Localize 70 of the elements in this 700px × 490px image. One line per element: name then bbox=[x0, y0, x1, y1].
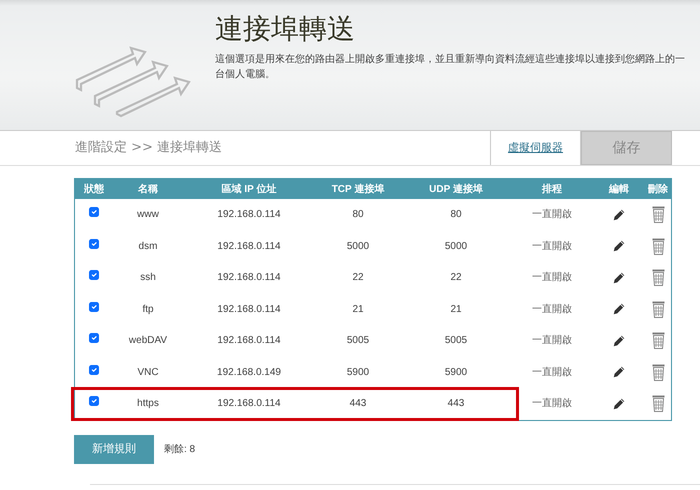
edit-icon[interactable] bbox=[612, 270, 626, 285]
udp-port: 5900 bbox=[444, 366, 468, 378]
schedule: 一直開啟 bbox=[532, 304, 572, 315]
trash-icon[interactable] bbox=[652, 300, 664, 318]
ip-address: 192.168.0.114 bbox=[217, 335, 281, 346]
udp-port: 5005 bbox=[444, 335, 468, 346]
rule-name: webDAV bbox=[128, 335, 168, 346]
page-title: 連接埠轉送 bbox=[215, 12, 356, 46]
schedule: 一直開啟 bbox=[532, 398, 572, 410]
breadcrumb: 進階設定 >> 連接埠轉送 bbox=[74, 139, 224, 158]
tcp-port: 5900 bbox=[346, 366, 370, 378]
rule-name: https bbox=[137, 398, 159, 410]
trash-icon[interactable] bbox=[652, 332, 664, 350]
column-header: 刪除 bbox=[648, 184, 668, 194]
enable-checkbox[interactable] bbox=[89, 364, 99, 375]
udp-port: 21 bbox=[450, 304, 462, 315]
enable-checkbox[interactable] bbox=[89, 238, 99, 249]
trash-icon[interactable] bbox=[652, 206, 664, 224]
rule-name: VNC bbox=[137, 366, 159, 378]
column-header: TCP 連接埠 bbox=[332, 184, 384, 194]
remaining-count: 剩餘: 8 bbox=[164, 442, 196, 456]
tcp-port: 5005 bbox=[346, 335, 370, 346]
udp-port: 80 bbox=[450, 209, 462, 220]
trash-icon[interactable] bbox=[652, 364, 664, 381]
enable-checkbox[interactable] bbox=[89, 396, 99, 406]
enable-checkbox[interactable] bbox=[89, 207, 99, 218]
enable-checkbox[interactable] bbox=[89, 270, 99, 280]
ip-address: 192.168.0.114 bbox=[217, 272, 281, 284]
edit-icon[interactable] bbox=[612, 334, 626, 348]
enable-checkbox[interactable] bbox=[89, 302, 99, 312]
column-header: 排程 bbox=[542, 184, 562, 194]
column-header: UDP 連接埠 bbox=[429, 184, 483, 194]
edit-icon[interactable] bbox=[612, 396, 626, 411]
enable-checkbox[interactable] bbox=[89, 333, 99, 344]
schedule: 一直開啟 bbox=[532, 335, 572, 346]
tcp-port: 21 bbox=[352, 304, 364, 315]
rule-name: dsm bbox=[138, 240, 158, 252]
column-header: 名稱 bbox=[138, 184, 158, 194]
column-header: 編輯 bbox=[609, 184, 629, 194]
tcp-port: 80 bbox=[352, 209, 364, 220]
edit-icon[interactable] bbox=[612, 302, 626, 316]
ip-address: 192.168.0.114 bbox=[217, 398, 281, 410]
rule-name: ftp bbox=[142, 304, 154, 315]
ip-address: 192.168.0.149 bbox=[217, 366, 281, 378]
schedule: 一直開啟 bbox=[532, 240, 572, 252]
schedule: 一直開啟 bbox=[532, 272, 572, 284]
rule-name: ssh bbox=[140, 272, 156, 284]
edit-icon[interactable] bbox=[612, 365, 626, 380]
tcp-port: 22 bbox=[352, 272, 364, 284]
page-description: 這個選項是用來在您的路由器上開啟多重連接埠，並且重新導向資料流經這些連接埠以連接到您網路上的一台個人電腦。 bbox=[215, 52, 686, 82]
ip-address: 192.168.0.114 bbox=[217, 240, 281, 252]
trash-icon[interactable] bbox=[652, 238, 664, 255]
udp-port: 443 bbox=[448, 398, 464, 410]
ip-address: 192.168.0.114 bbox=[217, 304, 281, 315]
schedule: 一直開啟 bbox=[532, 209, 572, 220]
tcp-port: 5000 bbox=[346, 240, 370, 252]
virtual-server-link[interactable]: 虛擬伺服器 bbox=[490, 131, 581, 165]
rule-name: www bbox=[137, 209, 159, 220]
edit-icon[interactable] bbox=[612, 239, 626, 254]
ip-address: 192.168.0.114 bbox=[217, 209, 281, 220]
trash-icon[interactable] bbox=[652, 269, 664, 286]
add-rule-button[interactable]: 新增規則 bbox=[74, 434, 154, 464]
schedule: 一直開啟 bbox=[532, 366, 572, 378]
udp-port: 5000 bbox=[444, 240, 468, 252]
column-header: 狀態 bbox=[84, 184, 104, 194]
tcp-port: 443 bbox=[350, 398, 366, 410]
edit-icon[interactable] bbox=[612, 208, 626, 222]
udp-port: 22 bbox=[450, 272, 462, 284]
trash-icon[interactable] bbox=[652, 395, 664, 412]
column-header: 區域 IP 位址 bbox=[222, 184, 276, 194]
